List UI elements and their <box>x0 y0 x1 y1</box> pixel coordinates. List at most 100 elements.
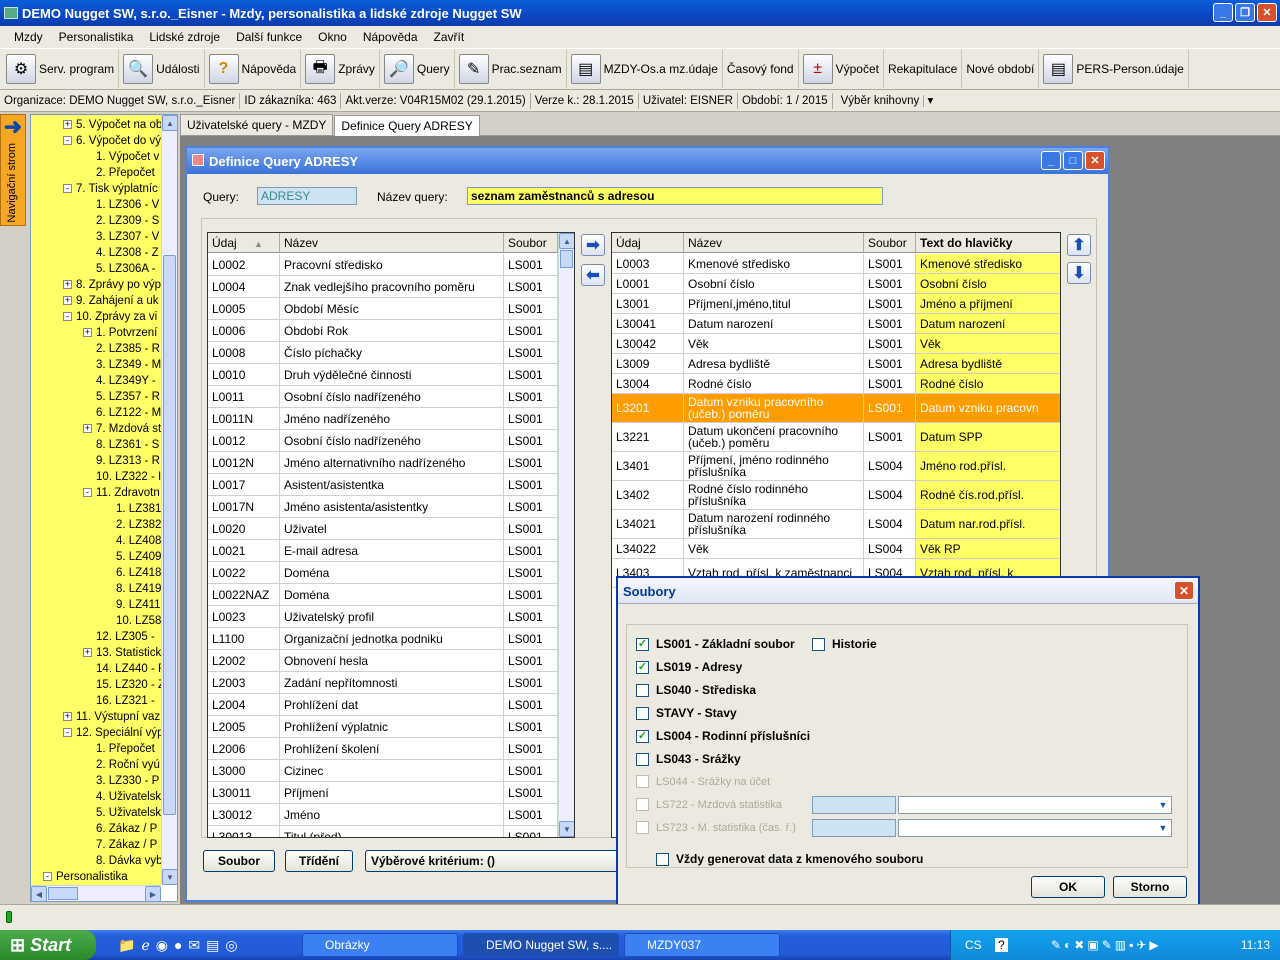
table-row[interactable]: L3201 Datum vzniku pracovního (učeb.) pom… <box>612 394 1060 423</box>
table-row[interactable]: L0017N Jméno asistenta/asistentky LS001 <box>208 496 558 518</box>
scroll-up-icon[interactable]: ▲ <box>162 115 178 131</box>
cell-header-text[interactable]: Datum vzniku pracovn <box>916 394 1060 422</box>
tree-node[interactable]: -7. Tisk výplatníc <box>63 183 158 199</box>
task-demo-nugget[interactable]: DEMO Nugget SW, s.... <box>463 933 619 957</box>
table-row[interactable]: L0022 Doména LS001 <box>208 562 558 584</box>
tree-node[interactable]: 10. LZ58 <box>116 615 161 631</box>
tree-node[interactable]: 3. LZ330 - P <box>96 775 159 791</box>
tree-node[interactable]: 1. LZ381 <box>116 503 161 519</box>
table-row[interactable]: L30041 Datum narození LS001 Datum narození <box>612 314 1060 334</box>
tree-node[interactable]: 3. LZ307 - V <box>96 231 159 247</box>
tree-node[interactable]: +13. Statistick <box>83 647 161 663</box>
menu-personalistika[interactable]: Personalistika <box>51 30 142 44</box>
table-row[interactable]: L0021 E-mail adresa LS001 <box>208 540 558 562</box>
scroll-left-icon[interactable]: ◀ <box>31 886 47 902</box>
tree-node[interactable]: -6. Výpočet do vý <box>63 135 161 151</box>
tree-node[interactable]: 8. LZ419 <box>116 583 161 599</box>
menu-lidske-zdroje[interactable]: Lidské zdroje <box>141 30 228 44</box>
col-udaj[interactable]: Údaj <box>612 233 684 252</box>
cell-header-text[interactable]: Jméno a příjmení <box>916 294 1060 313</box>
tree-node[interactable]: +9. Zahájení a uk <box>63 295 158 311</box>
navigation-tab[interactable]: ➜ Navigační strom <box>0 114 26 226</box>
tree-node[interactable]: 8. Dávka vyb <box>96 855 161 871</box>
menu-okno[interactable]: Okno <box>310 30 355 44</box>
firefox-icon[interactable]: ● <box>174 937 182 954</box>
vypocet-button[interactable]: ± Výpočet <box>799 50 884 88</box>
task-obrazky[interactable]: Obrázky <box>302 933 458 957</box>
table-row[interactable]: L2003 Zadání nepřítomnosti LS001 <box>208 672 558 694</box>
tree-hscroll-thumb[interactable] <box>48 887 78 900</box>
tree-node[interactable]: 2. LZ382 <box>116 519 161 535</box>
file-checkbox[interactable]: ✓ LS004 - Rodinní příslušníci <box>636 729 810 743</box>
scroll-down-icon[interactable]: ▼ <box>559 821 574 837</box>
tree-node[interactable]: -12. Speciální výp <box>63 727 161 743</box>
table-row[interactable]: L0002 Pracovní středisko LS001 <box>208 254 558 276</box>
folder-icon[interactable]: 📁 <box>118 937 135 954</box>
col-nazev[interactable]: Název <box>684 233 864 252</box>
table-row[interactable]: L30012 Jméno LS001 <box>208 804 558 826</box>
tree-node[interactable]: 12. LZ305 - <box>96 631 155 647</box>
expand-icon[interactable]: + <box>83 328 92 338</box>
table-row[interactable]: L3000 Cizinec LS001 <box>208 760 558 782</box>
tree-node[interactable]: 3. LZ349 - M <box>96 359 161 375</box>
start-button[interactable]: ⊞ Start <box>0 930 96 960</box>
restore-button[interactable]: ❐ <box>1235 3 1255 22</box>
media-icon[interactable]: ◉ <box>156 937 168 954</box>
cell-header-text[interactable]: Rodné číslo <box>916 374 1060 393</box>
napoveda-button[interactable]: ? Nápověda <box>205 50 302 88</box>
chrome-icon[interactable]: ◎ <box>225 937 237 954</box>
nove-obdobi-button[interactable]: Nové období <box>962 50 1040 88</box>
library-select[interactable]: Výběr knihovny ▾ <box>833 93 938 109</box>
table-row[interactable]: L3221 Datum ukončení pracovního (učeb.) p… <box>612 423 1060 452</box>
tree-node[interactable]: +5. Výpočet na ob <box>63 119 161 135</box>
tree-node[interactable]: 2. Přepočet <box>96 167 155 183</box>
expand-icon[interactable]: + <box>63 296 72 306</box>
tree-node[interactable]: 9. LZ313 - R <box>96 455 160 471</box>
table-row[interactable]: L2004 Prohlížení dat LS001 <box>208 694 558 716</box>
table-row[interactable]: L0006 Období Rok LS001 <box>208 320 558 342</box>
remove-field-button[interactable]: ⬅ <box>581 264 605 286</box>
table-row[interactable]: L0022NAZ Doména LS001 <box>208 584 558 606</box>
scroll-down-icon[interactable]: ▼ <box>162 869 178 885</box>
col-udaj[interactable]: Údaj ▲ <box>208 233 280 252</box>
tree-vertical-scrollbar[interactable]: ▲ ▼ <box>161 115 178 885</box>
tree-node[interactable]: 5. LZ306A - <box>96 263 155 279</box>
tree-node[interactable]: +7. Mzdová st <box>83 423 161 439</box>
table-row[interactable]: L2006 Prohlížení školení LS001 <box>208 738 558 760</box>
navigation-tree[interactable]: +5. Výpočet na ob -6. Výpočet do vý 1. Výp… <box>30 114 178 902</box>
tree-node[interactable]: +11. Výstupní vaz <box>63 711 160 727</box>
tree-node[interactable]: 6. Zákaz / P <box>96 823 157 839</box>
file-checkbox[interactable]: STAVY - Stavy <box>636 706 737 720</box>
query-name-field[interactable]: seznam zaměstnanců s adresou <box>467 187 883 205</box>
expand-icon[interactable]: + <box>63 712 72 722</box>
tree-node[interactable]: - Personalistika <box>43 871 128 885</box>
table-row[interactable]: L0011N Jméno nadřízeného LS001 <box>208 408 558 430</box>
tree-node[interactable]: 1. Výpočet v <box>96 151 159 167</box>
udalosti-button[interactable]: 🔍 Události <box>119 50 205 88</box>
serv-program-button[interactable]: ⚙ Serv. program <box>2 50 120 88</box>
vyberove-kriterium-button[interactable]: Výběrové kritérium: () <box>365 850 625 872</box>
expand-icon[interactable]: + <box>83 424 92 434</box>
tree-scroll-thumb[interactable] <box>163 255 176 815</box>
add-field-button[interactable]: ➡ <box>581 234 605 256</box>
tree-node[interactable]: 9. LZ411 <box>116 599 161 615</box>
table-row[interactable]: L30042 Věk LS001 Věk <box>612 334 1060 354</box>
move-down-button[interactable]: ⬇ <box>1067 262 1091 284</box>
table-row[interactable]: L30011 Příjmení LS001 <box>208 782 558 804</box>
table-row[interactable]: L3401 Příjmení, jméno rodinného příslušní… <box>612 452 1060 481</box>
tree-node[interactable]: 4. LZ408 <box>116 535 161 551</box>
table-row[interactable]: L0008 Číslo píchačky LS001 <box>208 342 558 364</box>
historie-checkbox[interactable]: Historie <box>812 637 877 651</box>
table-row[interactable]: L2005 Prohlížení výplatnic LS001 <box>208 716 558 738</box>
table-row[interactable]: L0023 Uživatelský profil LS001 <box>208 606 558 628</box>
cell-header-text[interactable]: Jméno rod.přísl. <box>916 452 1060 480</box>
table-row[interactable]: L0010 Druh výdělečné činnosti LS001 <box>208 364 558 386</box>
menu-mzdy[interactable]: Mzdy <box>6 30 51 44</box>
col-soubor[interactable]: Soubor <box>504 233 558 252</box>
cell-header-text[interactable]: Datum SPP <box>916 423 1060 451</box>
collapse-icon[interactable]: - <box>63 184 72 194</box>
left-grid-scroll-thumb[interactable] <box>560 250 573 268</box>
tree-node[interactable]: 4. LZ308 - Z <box>96 247 159 263</box>
table-row[interactable]: L2002 Obnovení hesla LS001 <box>208 650 558 672</box>
left-grid-scrollbar[interactable]: ▲ ▼ <box>558 233 574 837</box>
